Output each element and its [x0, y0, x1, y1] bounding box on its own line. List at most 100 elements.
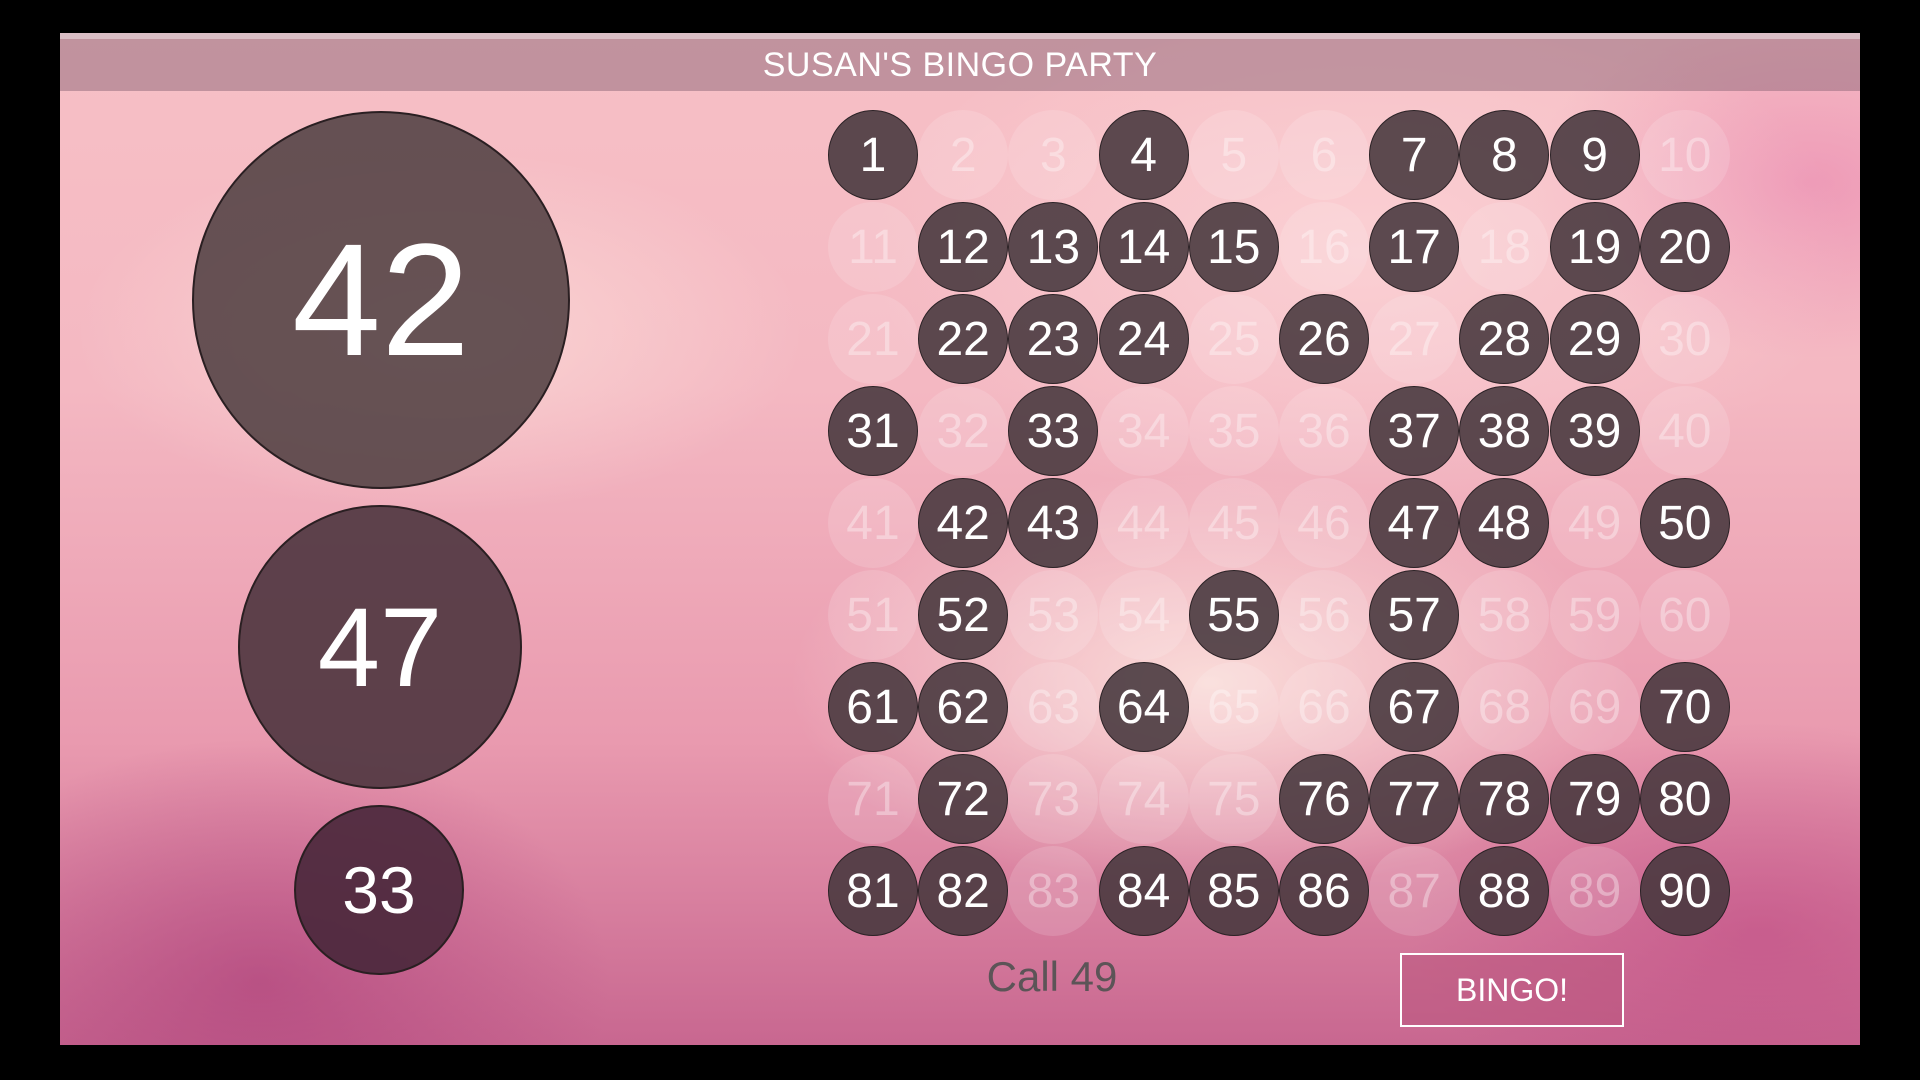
board-number-77: 77 — [1369, 754, 1460, 844]
board-number-57: 57 — [1369, 570, 1460, 660]
board-number-15: 15 — [1188, 202, 1279, 292]
board-number-79: 79 — [1549, 754, 1640, 844]
previous-call-ball: 47 — [238, 505, 522, 789]
current-call-ball: 42 — [192, 111, 570, 489]
board-number-23: 23 — [1008, 294, 1099, 384]
previous-call-number: 47 — [317, 584, 443, 710]
board-number-37: 37 — [1369, 386, 1460, 476]
bingo-board: 1 2 3 4 5 6 7 8 9 10 11 12 13 14 15 16 17 18 19 20 21 22 23 24 2… — [828, 110, 1730, 936]
board-number-88: 88 — [1459, 846, 1550, 936]
board-number-86: 86 — [1279, 846, 1369, 936]
board-number-3: 3 — [1008, 110, 1099, 200]
page-title: SUSAN'S BINGO PARTY — [762, 45, 1158, 84]
board-number-19: 19 — [1549, 202, 1640, 292]
board-number-32: 32 — [918, 386, 1009, 476]
call-prompt: Call 49 — [986, 953, 1118, 1000]
board-number-73: 73 — [1008, 754, 1099, 844]
board-number-21: 21 — [828, 294, 918, 384]
board-number-25: 25 — [1188, 294, 1279, 384]
board-number-7: 7 — [1369, 110, 1460, 200]
board-number-20: 20 — [1639, 202, 1730, 292]
board-number-27: 27 — [1369, 294, 1460, 384]
board-number-12: 12 — [918, 202, 1009, 292]
board-number-90: 90 — [1639, 846, 1730, 936]
board-number-78: 78 — [1459, 754, 1550, 844]
board-number-1: 1 — [828, 110, 918, 200]
board-number-52: 52 — [918, 570, 1009, 660]
board-number-70: 70 — [1639, 662, 1730, 752]
board-number-66: 66 — [1279, 662, 1369, 752]
board-number-72: 72 — [918, 754, 1009, 844]
board-number-63: 63 — [1008, 662, 1099, 752]
board-number-40: 40 — [1639, 386, 1730, 476]
board-number-60: 60 — [1639, 570, 1730, 660]
board-number-81: 81 — [828, 846, 918, 936]
board-number-38: 38 — [1459, 386, 1550, 476]
board-number-54: 54 — [1098, 570, 1189, 660]
bingo-button-label: BINGO! — [1455, 971, 1568, 1008]
board-number-13: 13 — [1008, 202, 1099, 292]
board-number-35: 35 — [1188, 386, 1279, 476]
board-number-33: 33 — [1008, 386, 1099, 476]
board-number-4: 4 — [1098, 110, 1189, 200]
board-number-29: 29 — [1549, 294, 1640, 384]
board-number-22: 22 — [918, 294, 1009, 384]
board-number-11: 11 — [828, 202, 918, 292]
board-number-18: 18 — [1459, 202, 1550, 292]
board-number-74: 74 — [1098, 754, 1189, 844]
board-number-31: 31 — [828, 386, 918, 476]
board-number-42: 42 — [918, 478, 1009, 568]
board-number-26: 26 — [1279, 294, 1369, 384]
board-number-6: 6 — [1279, 110, 1369, 200]
board-number-64: 64 — [1098, 662, 1189, 752]
board-number-71: 71 — [828, 754, 918, 844]
board-number-44: 44 — [1098, 478, 1189, 568]
title-bar: SUSAN'S BINGO PARTY — [60, 33, 1860, 91]
board-number-48: 48 — [1459, 478, 1550, 568]
board-number-17: 17 — [1369, 202, 1460, 292]
board-number-58: 58 — [1459, 570, 1550, 660]
board-number-24: 24 — [1098, 294, 1189, 384]
current-call-number: 42 — [292, 210, 470, 389]
board-number-5: 5 — [1188, 110, 1279, 200]
board-number-49: 49 — [1549, 478, 1640, 568]
board-number-85: 85 — [1188, 846, 1279, 936]
board-number-47: 47 — [1369, 478, 1460, 568]
board-number-82: 82 — [918, 846, 1009, 936]
bingo-button[interactable]: BINGO! — [1400, 953, 1624, 1027]
board-number-43: 43 — [1008, 478, 1099, 568]
board-number-34: 34 — [1098, 386, 1189, 476]
game-screen: SUSAN'S BINGO PARTY 42 47 33 1 2 3 4 5 6 7 8 9 10… — [60, 33, 1860, 1045]
board-number-62: 62 — [918, 662, 1009, 752]
board-number-9: 9 — [1549, 110, 1640, 200]
board-number-80: 80 — [1639, 754, 1730, 844]
earlier-call-number: 33 — [342, 853, 416, 927]
board-number-53: 53 — [1008, 570, 1099, 660]
board-number-83: 83 — [1008, 846, 1099, 936]
board-number-46: 46 — [1279, 478, 1369, 568]
board-number-14: 14 — [1098, 202, 1189, 292]
board-number-41: 41 — [828, 478, 918, 568]
board-number-84: 84 — [1098, 846, 1189, 936]
board-number-51: 51 — [828, 570, 918, 660]
board-number-75: 75 — [1188, 754, 1279, 844]
board-number-76: 76 — [1279, 754, 1369, 844]
board-number-30: 30 — [1639, 294, 1730, 384]
board-number-56: 56 — [1279, 570, 1369, 660]
board-number-67: 67 — [1369, 662, 1460, 752]
board-number-50: 50 — [1639, 478, 1730, 568]
board-number-36: 36 — [1279, 386, 1369, 476]
earlier-call-ball: 33 — [294, 805, 464, 975]
board-number-61: 61 — [828, 662, 918, 752]
board-number-39: 39 — [1549, 386, 1640, 476]
board-number-28: 28 — [1459, 294, 1550, 384]
board-number-65: 65 — [1188, 662, 1279, 752]
board-number-2: 2 — [918, 110, 1009, 200]
board-number-69: 69 — [1549, 662, 1640, 752]
board-number-89: 89 — [1549, 846, 1640, 936]
board-number-59: 59 — [1549, 570, 1640, 660]
board-number-8: 8 — [1459, 110, 1550, 200]
board-number-10: 10 — [1639, 110, 1730, 200]
board-number-87: 87 — [1369, 846, 1460, 936]
board-number-68: 68 — [1459, 662, 1550, 752]
